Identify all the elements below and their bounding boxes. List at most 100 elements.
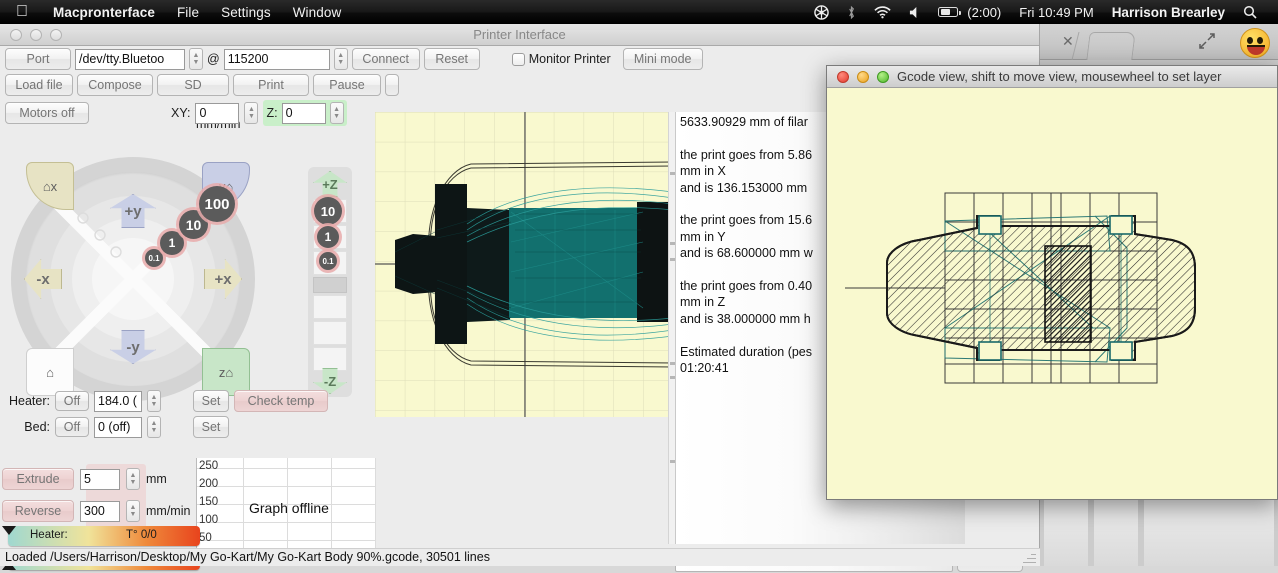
check-temp-button[interactable]: Check temp — [234, 390, 328, 412]
jog-step-1[interactable]: 1 — [160, 231, 184, 255]
jog-plus-z-button[interactable]: +Z — [313, 171, 347, 197]
z-step-1[interactable]: 1 — [317, 226, 339, 248]
log-scrollbar[interactable] — [668, 112, 675, 544]
dropbox-icon[interactable] — [805, 4, 838, 20]
apple-icon[interactable]:  — [0, 4, 42, 20]
extrude-length-input[interactable] — [80, 468, 120, 490]
fullscreen-icon[interactable] — [1198, 32, 1216, 53]
browser-tabstrip: ✕ — [1040, 24, 1278, 60]
menubar-username[interactable]: Harrison Brearley — [1103, 5, 1234, 20]
file-toolbar: Load file Compose SD Print Pause — [0, 72, 399, 98]
connect-button[interactable]: Connect — [351, 48, 420, 70]
printer-window-titlebar[interactable]: Printer Interface — [0, 24, 1039, 46]
heater-temp-stepper[interactable]: ▲ ▼ — [147, 390, 161, 412]
graph-tick-200: 200 — [199, 478, 219, 490]
z-cell-blank-1[interactable] — [313, 295, 347, 319]
load-file-button[interactable]: Load file — [5, 74, 73, 96]
bed-off-button[interactable]: Off — [55, 417, 89, 437]
graph-tick-50: 50 — [199, 532, 212, 544]
bed-temp-input[interactable] — [94, 416, 142, 438]
xy-jog-control[interactable]: +y -y -x +x ⌂ x y ⌂ ⌂ z ⌂ 0.1 1 10 100 — [8, 154, 258, 404]
search-icon[interactable] — [1234, 5, 1266, 19]
pause-button[interactable]: Pause — [313, 74, 381, 96]
temperature-graph[interactable]: 250 200 150 100 50 Graph offline — [196, 458, 376, 550]
status-bar: Loaded /Users/Harrison/Desktop/My Go-Kar… — [0, 548, 1040, 566]
baud-input[interactable] — [223, 48, 330, 70]
battery-icon[interactable]: (2:00) — [929, 5, 1010, 20]
z-step-0.1[interactable]: 0.1 — [319, 252, 337, 270]
graph-tick-150: 150 — [199, 496, 219, 508]
heater-bar-label: Heater: — [30, 529, 68, 541]
menubar-clock[interactable]: Fri 10:49 PM — [1010, 5, 1102, 20]
gcode-zoom-button[interactable] — [877, 71, 889, 83]
extrude-length-stepper[interactable]: ▲ ▼ — [126, 468, 140, 490]
gcode-minimize-button[interactable] — [857, 71, 869, 83]
resize-grip[interactable] — [1022, 550, 1036, 564]
volume-icon[interactable] — [900, 6, 929, 19]
motors-off-button[interactable]: Motors off — [5, 102, 89, 124]
menu-app-name[interactable]: Macpronterface — [42, 5, 166, 20]
extrude-speed-input[interactable] — [80, 500, 120, 522]
extrude-button[interactable]: Extrude — [2, 468, 74, 490]
bed-label: Bed: — [24, 420, 50, 434]
gcode-canvas[interactable] — [827, 88, 1277, 499]
baud-stepper[interactable]: ▲ ▼ — [333, 48, 348, 70]
heater-label: Heater: — [9, 394, 50, 408]
z-feedrate-group: Z: ▲▼ — [263, 100, 347, 126]
heater-temp-input[interactable] — [94, 390, 142, 412]
jog-step-100[interactable]: 100 — [199, 186, 235, 222]
print-button[interactable]: Print — [233, 74, 309, 96]
mini-mode-button[interactable]: Mini mode — [622, 48, 703, 70]
heater-set-button[interactable]: Set — [193, 390, 229, 412]
jog-step-0.1[interactable]: 0.1 — [145, 249, 163, 267]
connection-toolbar: Port ▲▼ @ ▲▼ Connect Reset Monitor Print… — [0, 46, 703, 72]
tab-edge — [1042, 32, 1080, 60]
port-stepper[interactable]: ▲ ▼ — [189, 48, 203, 70]
reverse-button[interactable]: Reverse — [2, 500, 74, 522]
home-icon: ⌂ — [46, 364, 54, 380]
compose-button[interactable]: Compose — [77, 74, 153, 96]
z-feedrate-stepper[interactable]: ▲ ▼ — [329, 102, 344, 124]
z-feedrate-input[interactable] — [281, 102, 326, 124]
more-button[interactable] — [385, 74, 399, 96]
xy-feedrate-input[interactable] — [195, 102, 240, 124]
z-cell-blank-3[interactable] — [313, 347, 347, 371]
z-jog-control[interactable]: +Z -Z 10 1 0.1 — [308, 167, 352, 397]
menu-item-window[interactable]: Window — [282, 5, 353, 20]
heater-temp-bar: Heater: T° 0/0 — [2, 526, 200, 546]
menu-item-settings[interactable]: Settings — [210, 5, 282, 20]
wifi-icon[interactable] — [865, 5, 900, 19]
new-tab-button[interactable] — [1086, 32, 1136, 60]
battery-time: (2:00) — [967, 4, 1002, 20]
bed-temp-stepper[interactable]: ▲ ▼ — [147, 416, 161, 438]
xy-feedrate-stepper[interactable]: ▲ ▼ — [244, 102, 259, 124]
smiley-avatar-icon[interactable] — [1240, 28, 1270, 58]
gcode-close-button[interactable] — [837, 71, 849, 83]
port-input[interactable] — [75, 48, 185, 70]
reverse-row: Reverse ▲▼ mm/min — [2, 498, 192, 524]
bed-row: Bed: Off ▲▼ Set — [0, 414, 380, 440]
monitor-printer-checkbox[interactable] — [511, 52, 525, 66]
z-cell-blank-2[interactable] — [313, 321, 347, 345]
home-x-label: x — [50, 178, 58, 194]
gcode-layer-svg — [827, 88, 1277, 499]
heater-off-button[interactable]: Off — [55, 391, 89, 411]
macos-menubar:  Macpronterface File Settings Window (2… — [0, 0, 1278, 24]
at-symbol: @ — [207, 52, 220, 66]
model-preview-svg — [375, 112, 673, 417]
bed-set-button[interactable]: Set — [193, 416, 229, 438]
gcode-traffic-lights[interactable] — [837, 71, 889, 83]
close-tab-icon[interactable]: ✕ — [1062, 33, 1074, 50]
port-button[interactable]: Port — [5, 48, 71, 70]
gcode-window-titlebar[interactable]: Gcode view, shift to move view, mousewhe… — [827, 66, 1277, 88]
menu-item-file[interactable]: File — [166, 5, 210, 20]
reset-button[interactable]: Reset — [423, 48, 480, 70]
z-step-10[interactable]: 10 — [314, 197, 342, 225]
model-3d-view[interactable] — [375, 112, 673, 417]
xy-feedrate-label: XY: — [171, 106, 191, 120]
sd-button[interactable]: SD — [157, 74, 229, 96]
bluetooth-icon[interactable] — [838, 5, 865, 20]
extrude-speed-stepper[interactable]: ▲ ▼ — [126, 500, 140, 522]
gcode-view-window[interactable]: Gcode view, shift to move view, mousewhe… — [826, 65, 1278, 500]
graph-tick-250: 250 — [199, 460, 219, 472]
